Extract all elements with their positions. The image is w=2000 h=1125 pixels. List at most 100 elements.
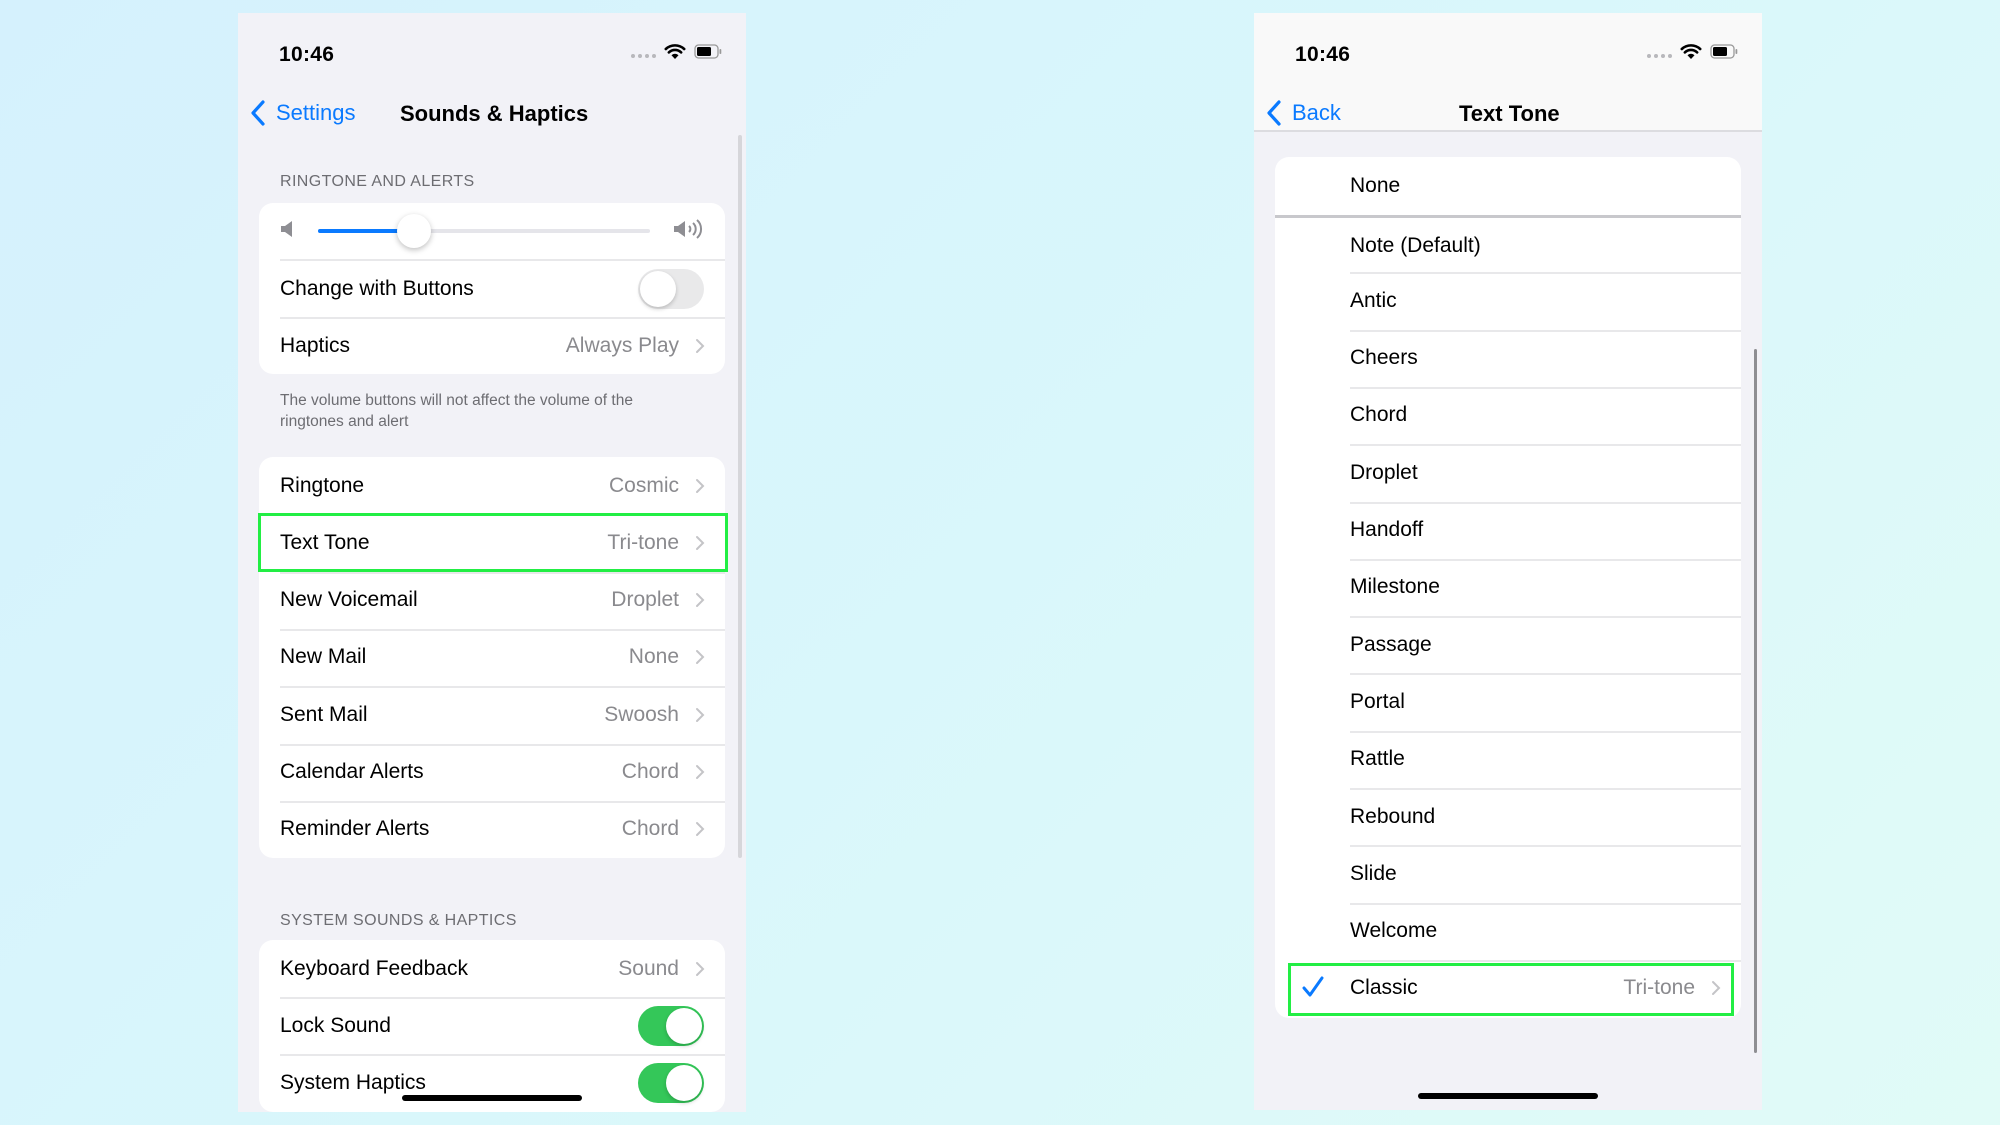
toggle-knob bbox=[666, 1064, 702, 1101]
toggle-knob bbox=[666, 1007, 702, 1044]
sound-row-ringtone[interactable]: Ringtone Cosmic bbox=[259, 457, 725, 514]
chevron-right-icon bbox=[696, 650, 705, 665]
tone-row-none[interactable]: None bbox=[1275, 157, 1741, 214]
tone-row-cheers[interactable]: Cheers bbox=[1275, 330, 1741, 387]
chevron-right-icon bbox=[696, 961, 705, 976]
tone-label: Welcome bbox=[1350, 919, 1438, 943]
scroll-indicator[interactable] bbox=[1754, 349, 1757, 1053]
row-value: Chord bbox=[621, 760, 679, 783]
change-with-buttons-label: Change with Buttons bbox=[280, 276, 474, 300]
section-header-system: SYSTEM SOUNDS & HAPTICS bbox=[280, 912, 517, 929]
chevron-right-icon bbox=[696, 535, 705, 550]
tone-row-rattle[interactable]: Rattle bbox=[1275, 731, 1741, 788]
section-header-ringtone: RINGTONE AND ALERTS bbox=[280, 173, 475, 190]
tone-row-classic[interactable]: Classic Tri-tone bbox=[1275, 960, 1741, 1017]
text-tone-screen: 10:46 Back Text Tone None Note (Default) A… bbox=[1254, 13, 1762, 1110]
row-value: Droplet bbox=[611, 588, 679, 612]
row-value: Chord bbox=[621, 817, 679, 841]
tone-row-milestone[interactable]: Milestone bbox=[1275, 559, 1741, 616]
tone-label: Rebound bbox=[1350, 804, 1436, 828]
checkmark-icon bbox=[1302, 976, 1324, 997]
tone-label: Handoff bbox=[1350, 518, 1424, 541]
row-value: Cosmic bbox=[608, 473, 679, 497]
tone-label: None bbox=[1350, 173, 1401, 197]
back-label: Back bbox=[1292, 100, 1341, 125]
lock-sound-toggle[interactable] bbox=[638, 1005, 704, 1046]
status-icons bbox=[631, 43, 722, 60]
status-time: 10:46 bbox=[1295, 43, 1351, 66]
tone-label: Passage bbox=[1350, 632, 1432, 656]
sound-row-new-voicemail[interactable]: New Voicemail Droplet bbox=[259, 572, 725, 629]
chevron-right-icon bbox=[696, 338, 705, 353]
sound-row-new-mail[interactable]: New Mail None bbox=[259, 629, 725, 686]
home-indicator[interactable] bbox=[1418, 1093, 1598, 1099]
ringtone-alerts-card: Change with Buttons Haptics Always Play bbox=[259, 203, 725, 374]
tone-value: Tri-tone bbox=[1623, 976, 1695, 1000]
back-label: Settings bbox=[276, 100, 356, 125]
tone-row-chord[interactable]: Chord bbox=[1275, 387, 1741, 444]
battery-icon bbox=[694, 44, 722, 59]
scroll-indicator[interactable] bbox=[738, 135, 742, 858]
keyboard-feedback-row[interactable]: Keyboard Feedback Sound bbox=[259, 940, 725, 997]
volume-footer-note: The volume buttons will not affect the v… bbox=[280, 392, 633, 430]
haptics-value: Always Play bbox=[565, 333, 679, 357]
tone-row-rebound[interactable]: Rebound bbox=[1275, 788, 1741, 845]
row-value: None bbox=[628, 645, 679, 669]
row-label: Ringtone bbox=[280, 473, 365, 497]
haptics-label: Haptics bbox=[280, 333, 351, 357]
system-haptics-label: System Haptics bbox=[280, 1070, 426, 1094]
home-indicator[interactable] bbox=[402, 1095, 582, 1101]
status-time: 10:46 bbox=[279, 43, 335, 66]
tone-label: Slide bbox=[1350, 861, 1397, 885]
toggle-knob bbox=[640, 270, 676, 307]
system-haptics-toggle[interactable] bbox=[638, 1062, 704, 1103]
row-value: Tri-tone bbox=[607, 530, 679, 554]
sounds-card: Ringtone Cosmic Text Tone Tri-tone New Voice… bbox=[259, 457, 725, 858]
volume-slider-row bbox=[259, 203, 725, 259]
tone-row-portal[interactable]: Portal bbox=[1275, 673, 1741, 730]
row-label: New Voicemail bbox=[280, 588, 418, 612]
battery-icon bbox=[1710, 44, 1738, 59]
back-button[interactable]: Settings bbox=[248, 99, 356, 127]
signal-dots-icon bbox=[631, 53, 656, 58]
sounds-haptics-screen: 10:46 Settings Sounds & Haptics RINGTONE… bbox=[238, 13, 746, 1112]
tone-label: Classic bbox=[1350, 976, 1418, 1000]
chevron-right-icon bbox=[1712, 981, 1721, 996]
chevron-right-icon bbox=[696, 478, 705, 493]
row-label: Sent Mail bbox=[280, 702, 368, 726]
tone-row-droplet[interactable]: Droplet bbox=[1275, 444, 1741, 501]
tone-label: Note (Default) bbox=[1350, 233, 1481, 257]
sound-row-text-tone[interactable]: Text Tone Tri-tone bbox=[259, 514, 725, 571]
system-haptics-row: System Haptics bbox=[259, 1054, 725, 1111]
tone-row-note-default[interactable]: Note (Default) bbox=[1275, 217, 1741, 274]
sound-row-calendar-alerts[interactable]: Calendar Alerts Chord bbox=[259, 744, 725, 801]
lock-sound-label: Lock Sound bbox=[280, 1013, 391, 1037]
volume-slider[interactable] bbox=[318, 214, 650, 248]
row-label: Text Tone bbox=[280, 530, 370, 554]
row-value: Swoosh bbox=[604, 702, 679, 726]
tone-row-handoff[interactable]: Handoff bbox=[1275, 502, 1741, 559]
row-label: Reminder Alerts bbox=[280, 817, 430, 841]
status-icons bbox=[1647, 43, 1738, 60]
tone-label: Rattle bbox=[1350, 747, 1405, 771]
page-title: Text Tone bbox=[1459, 101, 1560, 126]
volume-slider-thumb[interactable] bbox=[397, 214, 432, 248]
lock-sound-row: Lock Sound bbox=[259, 997, 725, 1054]
sound-row-sent-mail[interactable]: Sent Mail Swoosh bbox=[259, 686, 725, 743]
change-with-buttons-toggle[interactable] bbox=[638, 268, 704, 309]
back-button[interactable]: Back bbox=[1264, 99, 1341, 127]
tone-row-welcome[interactable]: Welcome bbox=[1275, 903, 1741, 960]
sound-row-reminder-alerts[interactable]: Reminder Alerts Chord bbox=[259, 801, 725, 858]
signal-dots-icon bbox=[1647, 53, 1672, 58]
tone-label: Droplet bbox=[1350, 460, 1418, 484]
tone-row-antic[interactable]: Antic bbox=[1275, 272, 1741, 329]
page-title: Sounds & Haptics bbox=[400, 101, 589, 126]
wifi-icon bbox=[664, 43, 686, 60]
wifi-icon bbox=[1680, 43, 1702, 60]
tone-row-slide[interactable]: Slide bbox=[1275, 845, 1741, 902]
tone-row-passage[interactable]: Passage bbox=[1275, 616, 1741, 673]
haptics-row[interactable]: Haptics Always Play bbox=[259, 317, 725, 374]
tone-label: Cheers bbox=[1350, 346, 1418, 370]
system-sounds-card: Keyboard Feedback Sound Lock Sound Syste… bbox=[259, 940, 725, 1112]
row-label: Calendar Alerts bbox=[280, 760, 424, 783]
